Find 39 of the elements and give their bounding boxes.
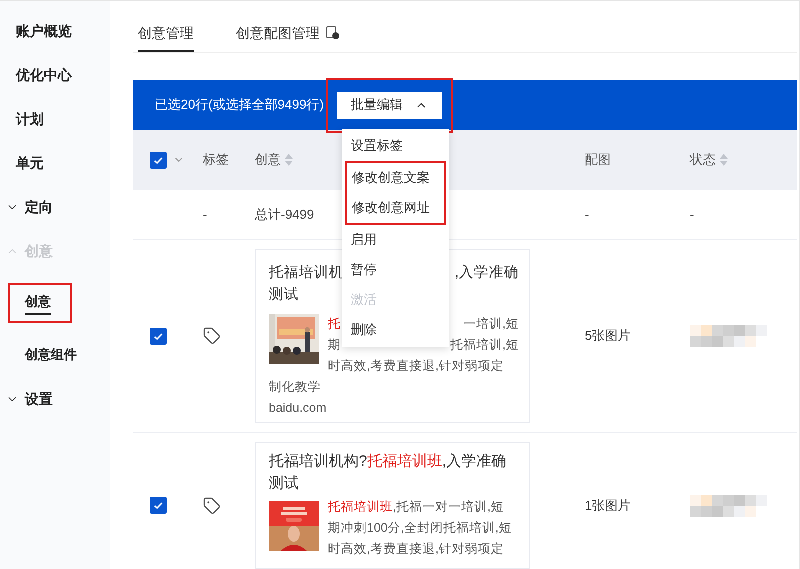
sidebar-item[interactable]: 单元: [16, 151, 110, 175]
ad-description: 一培训,短: [464, 316, 519, 333]
column-header: 创意: [255, 151, 281, 170]
sidebar-group[interactable]: 设置: [6, 387, 110, 411]
sidebar-item[interactable]: 创意: [25, 291, 51, 315]
ad-description: 托福培训班,托福一对一培训,短期冲刺100分,全封闭托福培训,短时高效,考费直接退,针对弱项定: [328, 499, 513, 558]
ad-description: 期: [328, 337, 341, 354]
menu-item[interactable]: 启用: [346, 225, 445, 255]
table-cell: 1张图片: [585, 498, 632, 512]
table-cell: 总计-9499: [255, 206, 314, 222]
table-cell: -: [203, 206, 208, 222]
table-cell: -: [690, 206, 694, 222]
menu-item[interactable]: 设置标签: [346, 131, 445, 161]
table-cell: -: [585, 206, 590, 222]
batch-edit-button[interactable]: 批量编辑: [337, 92, 442, 118]
sidebar-item[interactable]: 账户概览: [16, 19, 110, 43]
sidebar-group[interactable]: 定向: [6, 195, 110, 219]
ad-description: 托: [328, 316, 341, 333]
ad-title: 测试: [269, 286, 299, 305]
table-cell: 5张图片: [585, 328, 632, 343]
column-header: 配图: [585, 151, 611, 170]
sidebar-item[interactable]: 创意组件: [8, 347, 77, 362]
column-header: 标签: [203, 151, 229, 170]
menu-item[interactable]: 修改创意网址: [347, 193, 444, 223]
selection-text: 已选20行(或选择全部9499行): [155, 96, 326, 114]
ad-description: 时高效,考费直接退,针对弱项定: [328, 358, 504, 375]
menu-item[interactable]: 暂停: [346, 255, 445, 285]
ad-title: ,入学准确: [454, 264, 519, 283]
ad-url: baidu.com: [269, 400, 328, 417]
tab[interactable]: 创意管理: [138, 22, 194, 52]
ad-description: 制化教学: [269, 379, 322, 396]
menu-item[interactable]: 修改创意文案: [347, 163, 444, 193]
ad-description: 托福培训,短: [450, 337, 519, 354]
column-header: 状态: [690, 151, 716, 170]
sidebar-item[interactable]: 优化中心: [16, 63, 110, 87]
ad-title: 托福培训机构?托福培训班,入学准确测试: [269, 452, 508, 494]
sidebar-item[interactable]: 计划: [16, 107, 110, 131]
menu-item[interactable]: 删除: [346, 315, 445, 345]
tab[interactable]: 创意配图管理: [236, 22, 340, 52]
